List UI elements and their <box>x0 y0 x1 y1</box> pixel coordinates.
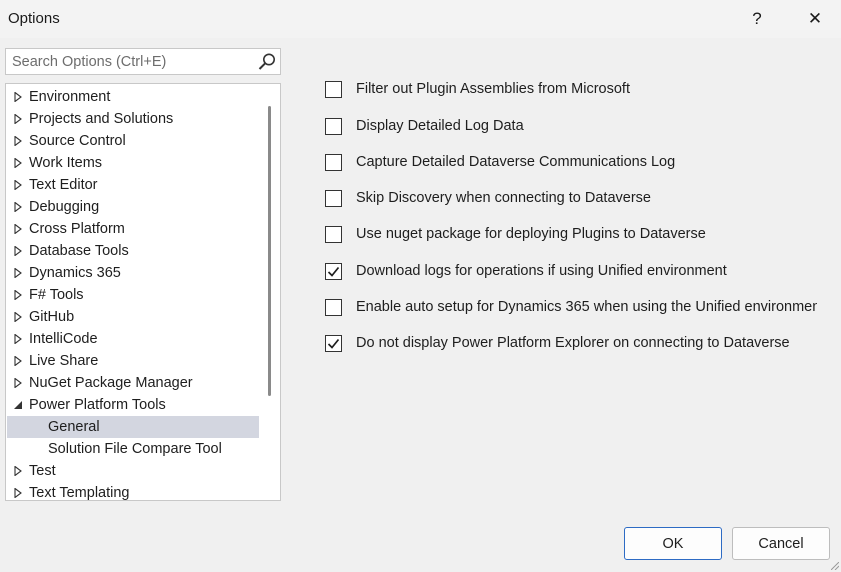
option-checkbox[interactable] <box>325 80 342 98</box>
option-checkbox[interactable] <box>325 189 342 207</box>
option-label: Download logs for operations if using Un… <box>356 263 727 279</box>
cancel-button[interactable]: Cancel <box>732 527 830 560</box>
ok-button[interactable]: OK <box>624 527 722 560</box>
option-checkbox[interactable] <box>325 334 342 352</box>
checkmark-icon <box>327 266 340 277</box>
option-label: Use nuget package for deploying Plugins … <box>356 226 706 242</box>
option-label: Display Detailed Log Data <box>356 118 524 134</box>
resize-grip-icon[interactable] <box>831 562 839 570</box>
option-checkbox[interactable] <box>325 262 342 280</box>
option-checkbox[interactable] <box>325 225 342 243</box>
option-label: Enable auto setup for Dynamics 365 when … <box>356 299 817 315</box>
option-row[interactable]: Display Detailed Log Data <box>325 116 524 136</box>
checkmark-icon <box>327 338 340 349</box>
option-row[interactable]: Skip Discovery when connecting to Datave… <box>325 188 651 208</box>
option-label: Do not display Power Platform Explorer o… <box>356 335 790 351</box>
option-row[interactable]: Use nuget package for deploying Plugins … <box>325 224 706 244</box>
option-label: Capture Detailed Dataverse Communication… <box>356 154 676 170</box>
option-row[interactable]: Capture Detailed Dataverse Communication… <box>325 152 675 172</box>
option-checkbox[interactable] <box>325 298 342 316</box>
option-label: Skip Discovery when connecting to Datave… <box>356 190 651 206</box>
option-row[interactable]: Enable auto setup for Dynamics 365 when … <box>325 297 817 317</box>
option-row[interactable]: Do not display Power Platform Explorer o… <box>325 333 790 353</box>
option-label: Filter out Plugin Assemblies from Micros… <box>356 81 630 97</box>
options-panel: Filter out Plugin Assemblies from Micros… <box>0 0 817 572</box>
option-checkbox[interactable] <box>325 153 342 171</box>
option-row[interactable]: Download logs for operations if using Un… <box>325 261 727 281</box>
option-checkbox[interactable] <box>325 117 342 135</box>
option-row[interactable]: Filter out Plugin Assemblies from Micros… <box>325 79 630 99</box>
